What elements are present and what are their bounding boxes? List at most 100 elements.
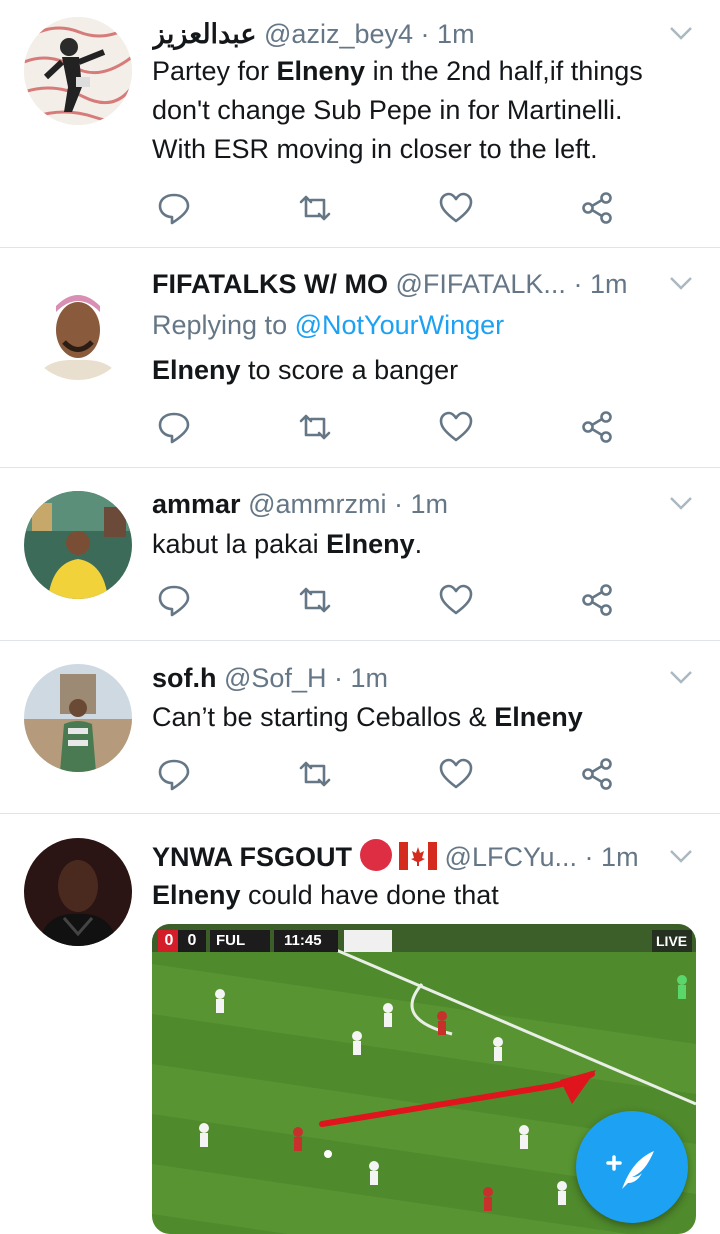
keyword-highlight: Elneny [152, 355, 241, 385]
replying-to: Replying to @NotYourWinger [152, 307, 504, 343]
reply-button[interactable] [152, 186, 196, 230]
tweet-actions [152, 186, 632, 230]
chevron-down-icon[interactable] [668, 270, 694, 296]
like-icon [439, 758, 473, 789]
retweet-button[interactable] [293, 578, 337, 622]
retweet-button[interactable] [293, 752, 337, 796]
text-line: Elneny to score a banger [152, 355, 459, 385]
retweet-icon [299, 414, 331, 440]
like-button[interactable] [434, 752, 478, 796]
keyword-highlight: Elneny [326, 529, 415, 559]
user-handle[interactable]: @LFCYu... [445, 842, 577, 872]
chevron-down-icon[interactable] [668, 490, 694, 516]
share-icon [582, 192, 612, 224]
avatar[interactable] [24, 838, 132, 946]
timestamp[interactable]: 1m [601, 842, 639, 872]
tweet-header: sof.h @Sof_H · 1m [152, 660, 660, 696]
retweet-icon [299, 761, 331, 787]
text-line: Partey for Elneny in the 2nd half,if thi… [152, 56, 643, 86]
tweet-actions [152, 752, 632, 796]
tweet-header: ammar @ammrzmi · 1m [152, 486, 660, 522]
chevron-down-icon[interactable] [668, 20, 694, 46]
retweet-icon [299, 195, 331, 221]
text-line: kabut la pakai Elneny. [152, 529, 423, 559]
share-icon [582, 758, 612, 790]
tweet-actions [152, 405, 632, 449]
display-name[interactable]: FIFATALKS W/ MO [152, 269, 388, 299]
retweet-button[interactable] [293, 186, 337, 230]
tweet-header: عبدالعزيز @aziz_bey4 · 1m [152, 16, 660, 52]
share-icon [582, 584, 612, 616]
user-handle[interactable]: @Sof_H [224, 663, 326, 693]
mention-link[interactable]: @NotYourWinger [295, 310, 505, 340]
avatar[interactable] [24, 17, 132, 125]
separator-dot: · [393, 489, 403, 519]
like-icon [439, 411, 473, 442]
share-button[interactable] [575, 186, 619, 230]
chevron-down-icon[interactable] [668, 664, 694, 690]
reply-icon [158, 759, 190, 791]
reply-icon [158, 585, 190, 617]
tweet[interactable]: FIFATALKS W/ MO @FIFATALK... · 1m Replyi… [0, 248, 720, 468]
timestamp[interactable]: 1m [590, 269, 628, 299]
replying-to-label: Replying to [152, 310, 288, 340]
tweet[interactable]: sof.h @Sof_H · 1m Can’t be starting Ceba… [0, 641, 720, 814]
score-away: 0 [187, 932, 197, 949]
user-handle[interactable]: @FIFATALK... [395, 269, 565, 299]
reply-icon [158, 412, 190, 444]
retweet-button[interactable] [293, 405, 337, 449]
display-name[interactable]: ammar [152, 489, 241, 519]
score-home: 0 [164, 932, 174, 949]
red-circle-emoji [359, 839, 392, 871]
separator-dot: · [584, 842, 594, 872]
user-handle[interactable]: @ammrzmi [248, 489, 386, 519]
like-button[interactable] [434, 186, 478, 230]
display-name[interactable]: YNWA FSGOUT [152, 842, 352, 872]
avatar[interactable] [24, 272, 132, 380]
like-button[interactable] [434, 578, 478, 622]
chevron-down-icon[interactable] [668, 843, 694, 869]
tweet-text: Elneny to score a banger [152, 351, 690, 390]
like-button[interactable] [434, 405, 478, 449]
tweet-text: Elneny could have done that [152, 876, 690, 915]
timestamp[interactable]: 1m [351, 663, 389, 693]
live-badge: LIVE [656, 933, 688, 949]
text-line: Elneny could have done that [152, 880, 499, 910]
user-handle[interactable]: @aziz_bey4 [264, 19, 413, 49]
tweet[interactable]: ammar @ammrzmi · 1m kabut la pakai Elnen… [0, 468, 720, 641]
separator-dot: · [420, 19, 430, 49]
avatar[interactable] [24, 491, 132, 599]
share-button[interactable] [575, 578, 619, 622]
timestamp[interactable]: 1m [411, 489, 449, 519]
share-button[interactable] [575, 752, 619, 796]
tweet-header: FIFATALKS W/ MO @FIFATALK... · 1m [152, 266, 660, 302]
tweet-header: YNWA FSGOUT @LFCYu... · 1m [152, 839, 660, 875]
text-line: With ESR moving in closer to the left. [152, 134, 598, 164]
reply-button[interactable] [152, 578, 196, 622]
tweet-actions [152, 578, 632, 622]
tweet-text: Can’t be starting Ceballos & Elneny [152, 698, 690, 737]
keyword-highlight: Elneny [494, 702, 583, 732]
separator-dot: · [333, 663, 343, 693]
keyword-highlight: Elneny [276, 56, 366, 86]
compose-icon [606, 1151, 654, 1189]
compose-tweet-button[interactable] [576, 1111, 688, 1223]
avatar[interactable] [24, 664, 132, 772]
reply-button[interactable] [152, 405, 196, 449]
match-clock: 11:45 [284, 932, 322, 949]
team-label: FUL [216, 932, 246, 949]
share-icon [582, 411, 612, 443]
tweet-text: kabut la pakai Elneny. [152, 525, 690, 564]
display-name[interactable]: عبدالعزيز [152, 19, 257, 49]
text-line: Can’t be starting Ceballos & Elneny [152, 702, 583, 732]
reply-button[interactable] [152, 752, 196, 796]
tweet[interactable]: عبدالعزيز @aziz_bey4 · 1m Partey for Eln… [0, 0, 720, 248]
reply-icon [158, 193, 190, 225]
text-line: don't change Sub Pepe in for Martinelli. [152, 95, 623, 125]
like-icon [439, 584, 473, 615]
display-name[interactable]: sof.h [152, 663, 217, 693]
keyword-highlight: Elneny [152, 880, 241, 910]
separator-dot: · [573, 269, 583, 299]
share-button[interactable] [575, 405, 619, 449]
timestamp[interactable]: 1m [437, 19, 475, 49]
